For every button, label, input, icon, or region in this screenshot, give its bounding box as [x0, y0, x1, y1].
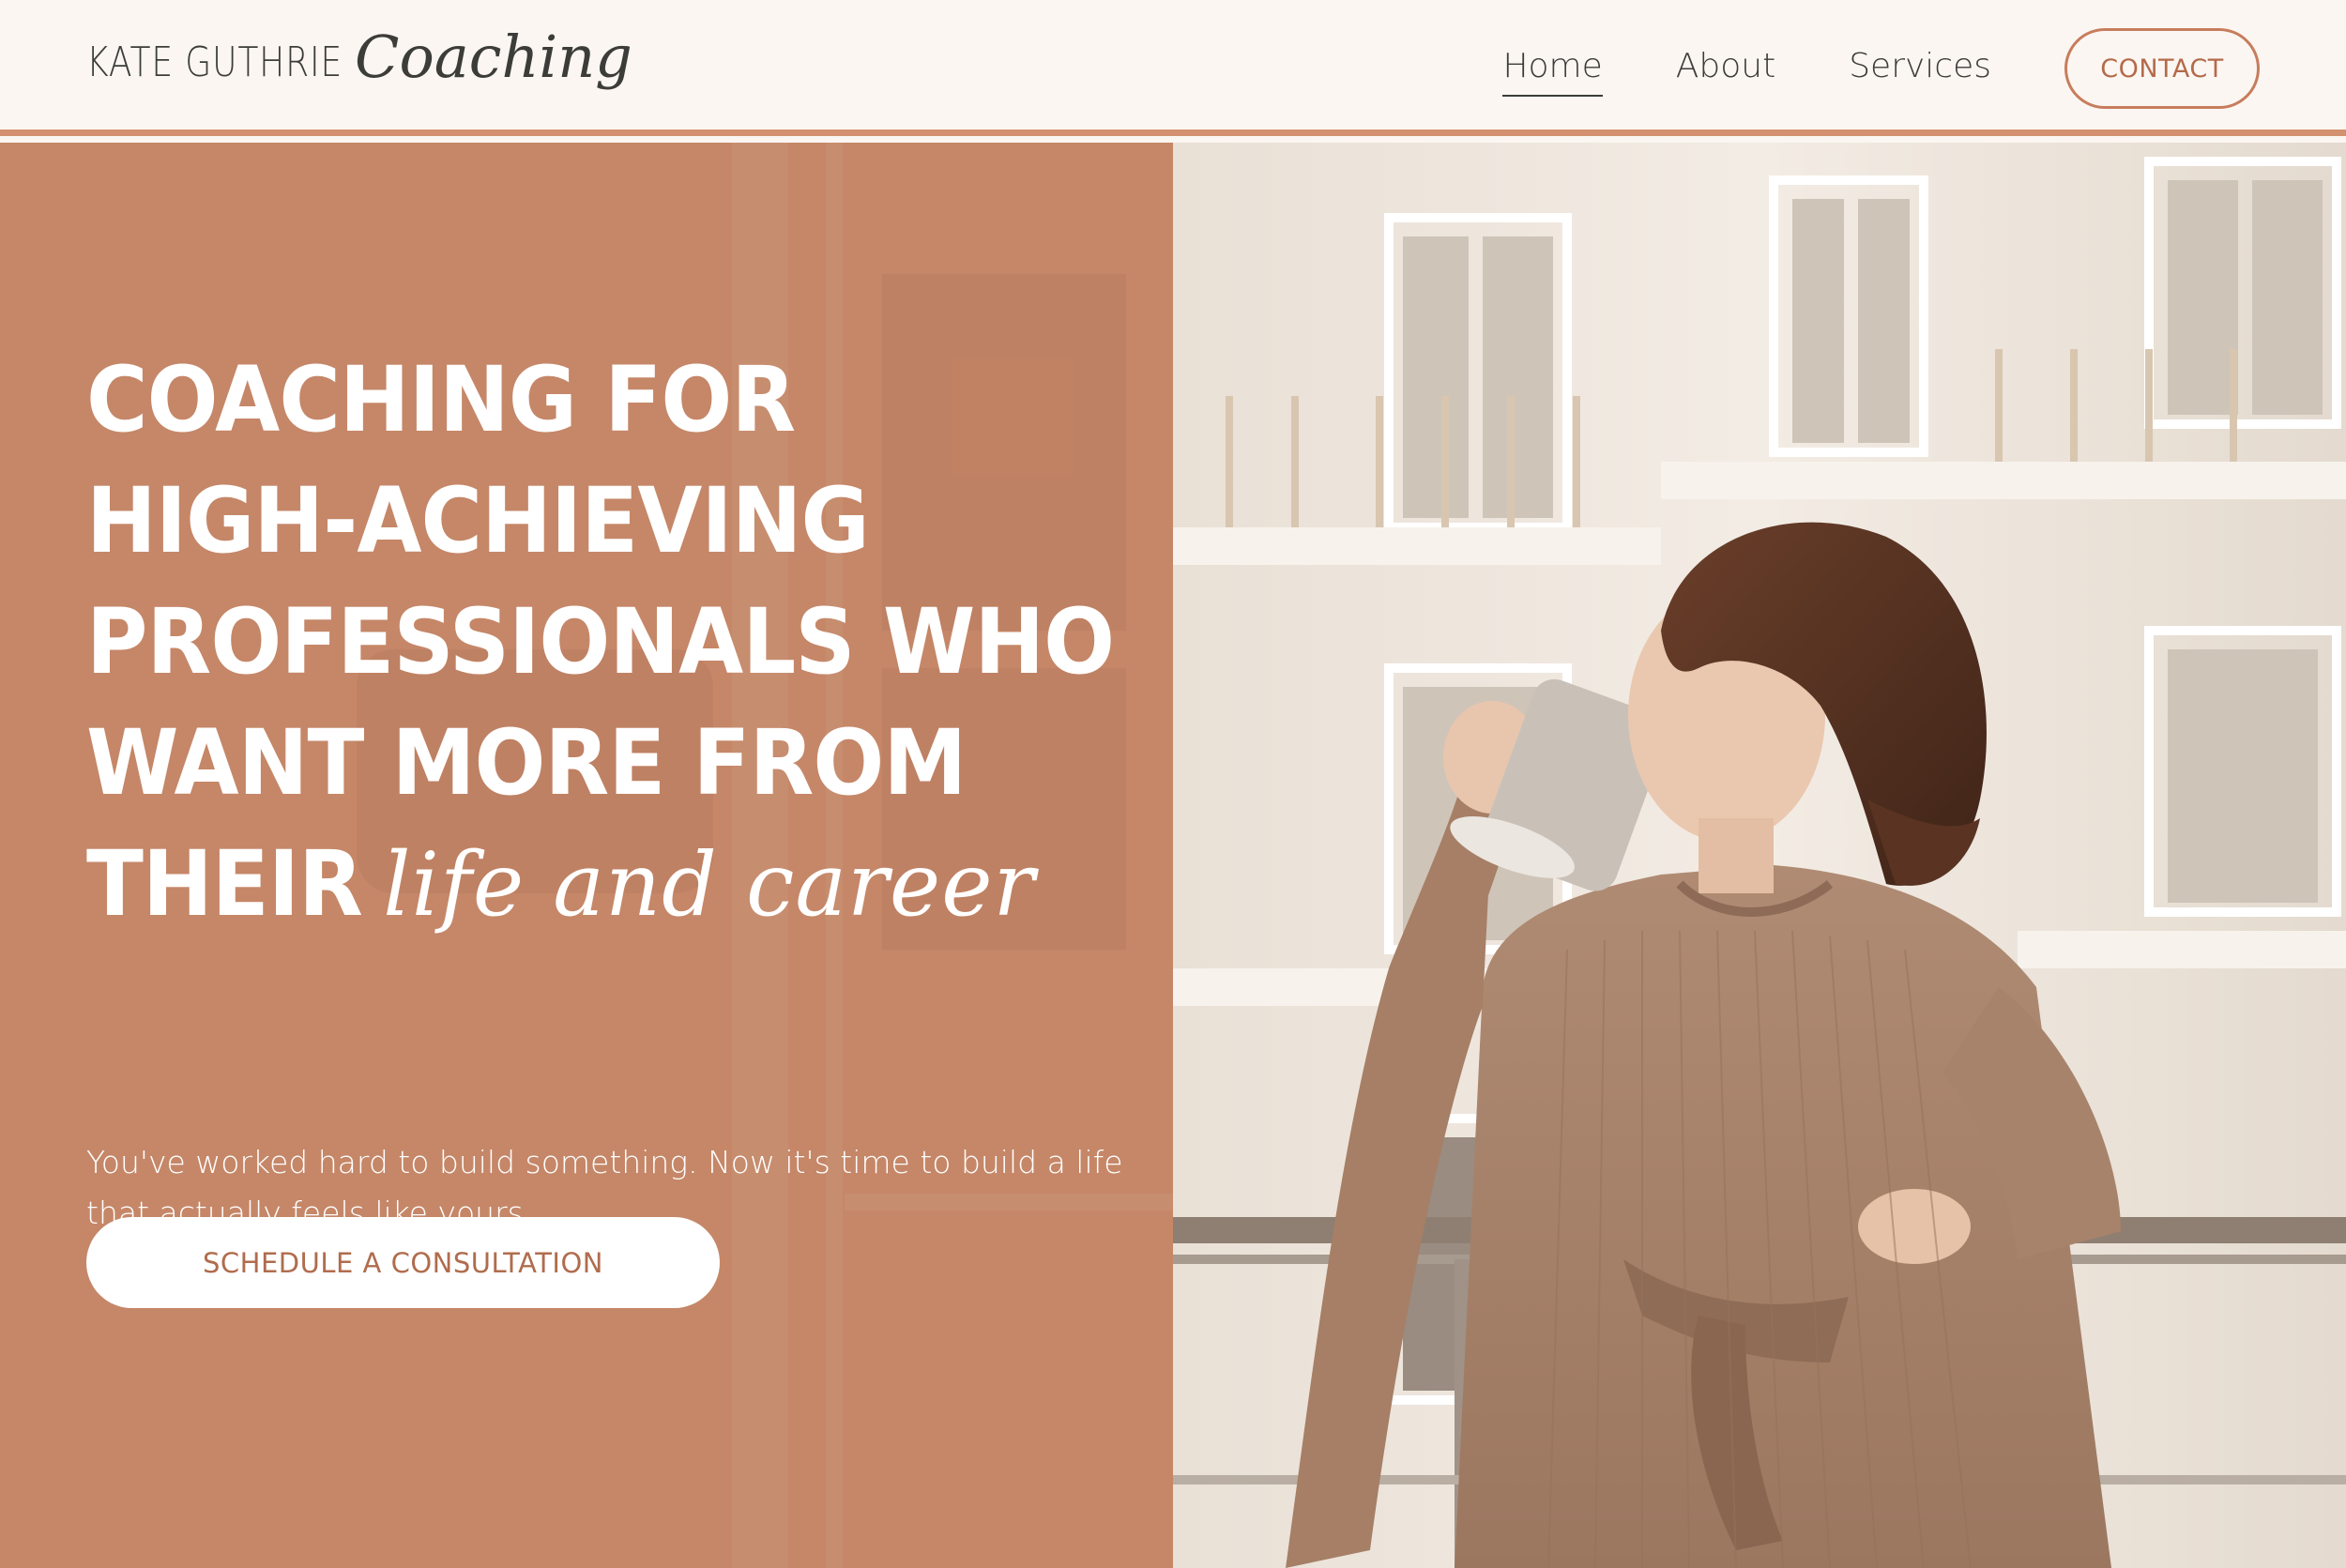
nav-about-link[interactable]: About: [1676, 47, 1775, 91]
logo-script: Coaching: [355, 22, 632, 91]
headline-line: PROFESSIONALS WHO: [86, 589, 1115, 694]
headline-script: life and career: [383, 834, 1036, 936]
headline-line: WANT MORE FROM: [86, 710, 967, 815]
site-logo[interactable]: KATE GUTHRIE Coaching: [86, 15, 632, 109]
hero-photo: [1173, 143, 2346, 1568]
headline-line: HIGH-ACHIEVING: [86, 468, 870, 573]
logo-text: KATE GUTHRIE: [86, 38, 343, 86]
headline-line-last: THEIR life and career: [86, 824, 1046, 946]
hero-section: COACHING FOR HIGH-ACHIEVING PROFESSIONAL…: [0, 143, 2346, 1568]
hero-text-panel: COACHING FOR HIGH-ACHIEVING PROFESSIONAL…: [0, 143, 1173, 1568]
headline-line: COACHING FOR: [86, 347, 796, 452]
woman-drinking-coffee-photo: [1173, 143, 2346, 1568]
nav-home-link[interactable]: Home: [1502, 47, 1604, 97]
schedule-consultation-button[interactable]: SCHEDULE A CONSULTATION: [86, 1217, 720, 1308]
main-nav: Home About Services CONTACT: [1502, 24, 2260, 113]
contact-button[interactable]: CONTACT: [2064, 28, 2260, 109]
site-header: KATE GUTHRIE Coaching Home About Service…: [0, 0, 2346, 136]
hero-headline: COACHING FOR HIGH-ACHIEVING PROFESSIONAL…: [86, 340, 1119, 946]
nav-services-link[interactable]: Services: [1849, 47, 1991, 91]
headline-line: THEIR: [86, 831, 363, 936]
